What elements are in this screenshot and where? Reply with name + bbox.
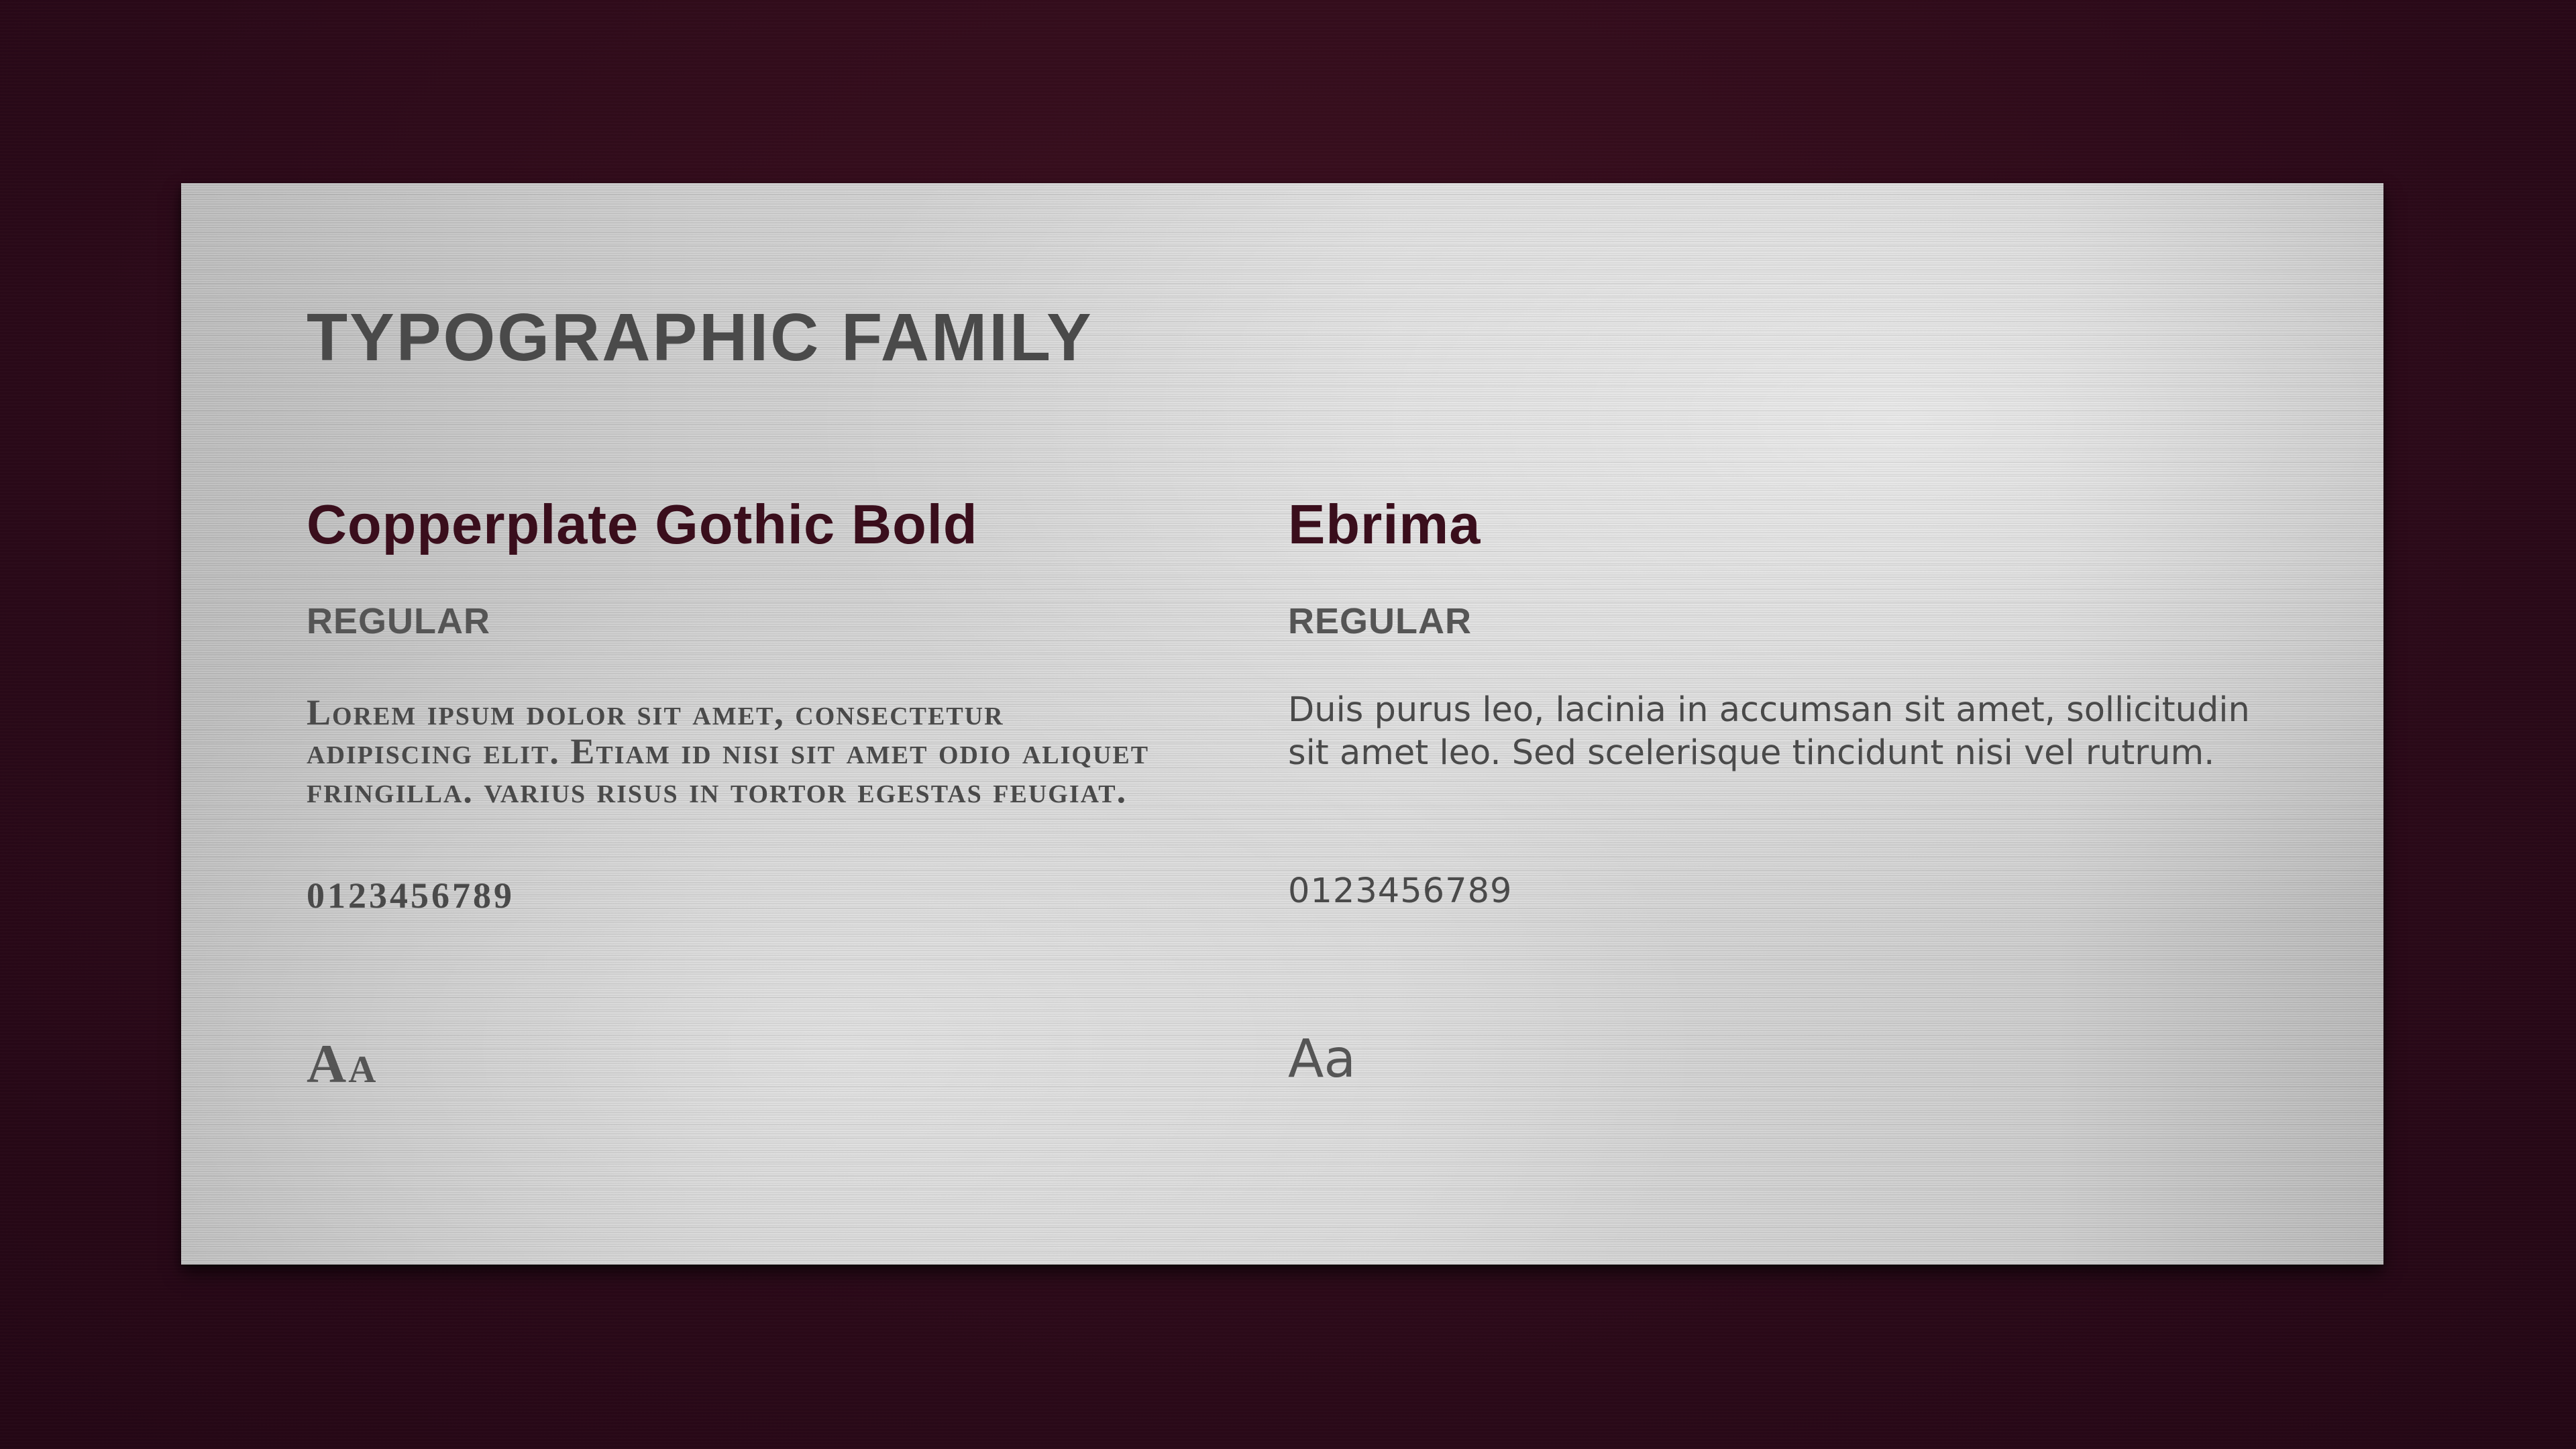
brushed-metal-panel: TYPOGRAPHIC FAMILY Copperplate Gothic Bo… <box>181 183 2383 1265</box>
font-name: Copperplate Gothic Bold <box>307 493 978 555</box>
font-digits-sample: 0123456789 <box>1288 871 1513 911</box>
font-sample-text: Duis purus leo, lacinia in accumsan sit … <box>1288 690 2250 773</box>
font-glyph-sample: Aa <box>307 1033 378 1094</box>
font-column-ebrima: Ebrima REGULAR Duis purus leo, lacinia i… <box>1288 183 2254 1265</box>
font-sample-text: Lorem ipsum dolor sit amet, consectetur … <box>307 692 1150 810</box>
font-glyph-sample: Aa <box>1288 1029 1356 1089</box>
font-column-copperplate: Copperplate Gothic Bold REGULAR Lorem ip… <box>307 183 1192 1265</box>
font-weight-label: REGULAR <box>307 601 490 641</box>
font-name: Ebrima <box>1288 493 1481 555</box>
font-digits-sample: 0123456789 <box>307 875 515 916</box>
font-weight-label: REGULAR <box>1288 601 1472 641</box>
